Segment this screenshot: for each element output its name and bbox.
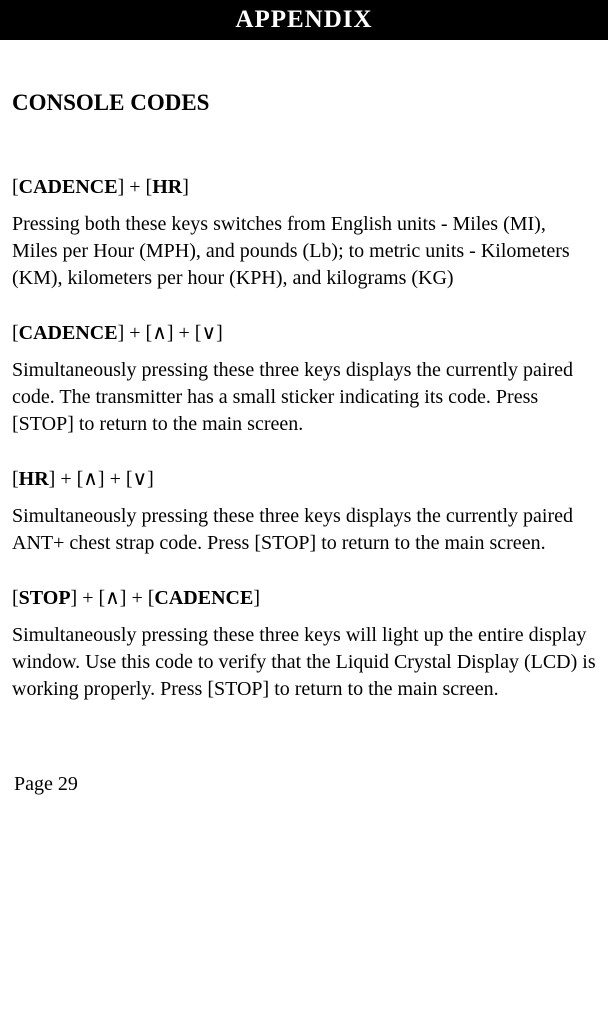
section-title: CONSOLE CODES (12, 90, 596, 116)
page-content: CONSOLE CODES [CADENCE] + [HR] Pressing … (0, 40, 608, 806)
code-body-2: Simultaneously pressing these three keys… (12, 503, 596, 557)
code-body-0: Pressing both these keys switches from E… (12, 211, 596, 292)
code-heading-3: [STOP] + [∧] + [CADENCE] (12, 585, 596, 610)
code-heading-2: [HR] + [∧] + [∨] (12, 466, 596, 491)
code-heading-0: [CADENCE] + [HR] (12, 176, 596, 199)
code-heading-1: [CADENCE] + [∧] + [∨] (12, 320, 596, 345)
page-number: Page 29 (14, 773, 596, 806)
code-body-3: Simultaneously pressing these three keys… (12, 622, 596, 703)
code-body-1: Simultaneously pressing these three keys… (12, 357, 596, 438)
appendix-header: APPENDIX (0, 0, 608, 40)
